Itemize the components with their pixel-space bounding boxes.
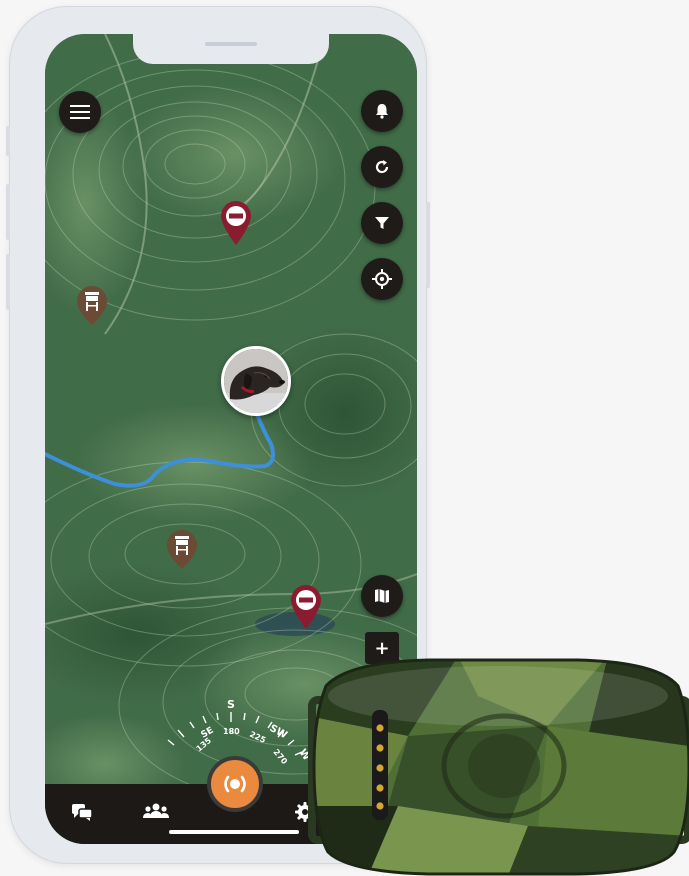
mute-switch	[6, 126, 10, 156]
tab-chat[interactable]	[71, 802, 93, 826]
compass-degree-270: 270	[271, 748, 289, 767]
compass-label-s: S	[227, 698, 235, 711]
compass-degree-225: 225	[248, 730, 267, 745]
live-tracking-button[interactable]	[207, 756, 263, 812]
crosshair-icon	[372, 269, 392, 289]
filter-icon	[375, 217, 389, 229]
notch	[133, 34, 329, 64]
locate-button[interactable]	[361, 258, 403, 300]
hamburger-menu-icon	[70, 105, 90, 119]
tab-group[interactable]	[143, 802, 169, 824]
home-indicator	[169, 830, 299, 834]
restricted-area-pin[interactable]	[289, 584, 323, 630]
broadcast-icon	[224, 775, 246, 793]
group-icon	[143, 803, 169, 818]
refresh-button[interactable]	[361, 146, 403, 188]
hunting-stand-pin[interactable]	[75, 284, 109, 326]
menu-button[interactable]	[59, 91, 101, 133]
dog-photo	[224, 349, 288, 413]
compass-degree-180: 180	[223, 727, 240, 736]
compass-label-sw: SW	[268, 723, 289, 741]
map-icon	[375, 589, 389, 603]
power-button	[426, 202, 430, 288]
bell-icon	[376, 104, 388, 119]
volume-down-button	[6, 254, 10, 310]
dog-avatar[interactable]	[221, 346, 291, 416]
refresh-icon	[375, 160, 389, 174]
alerts-button[interactable]	[361, 90, 403, 132]
hunting-stand-pin[interactable]	[165, 528, 199, 570]
compass-degree-135: 135	[195, 736, 214, 754]
map-layers-button[interactable]	[361, 575, 403, 617]
restricted-area-pin[interactable]	[219, 200, 253, 246]
volume-up-button	[6, 184, 10, 240]
speaker	[205, 42, 257, 46]
filter-button[interactable]	[361, 202, 403, 244]
gps-collar-device	[308, 658, 689, 876]
chat-icon	[72, 804, 93, 821]
